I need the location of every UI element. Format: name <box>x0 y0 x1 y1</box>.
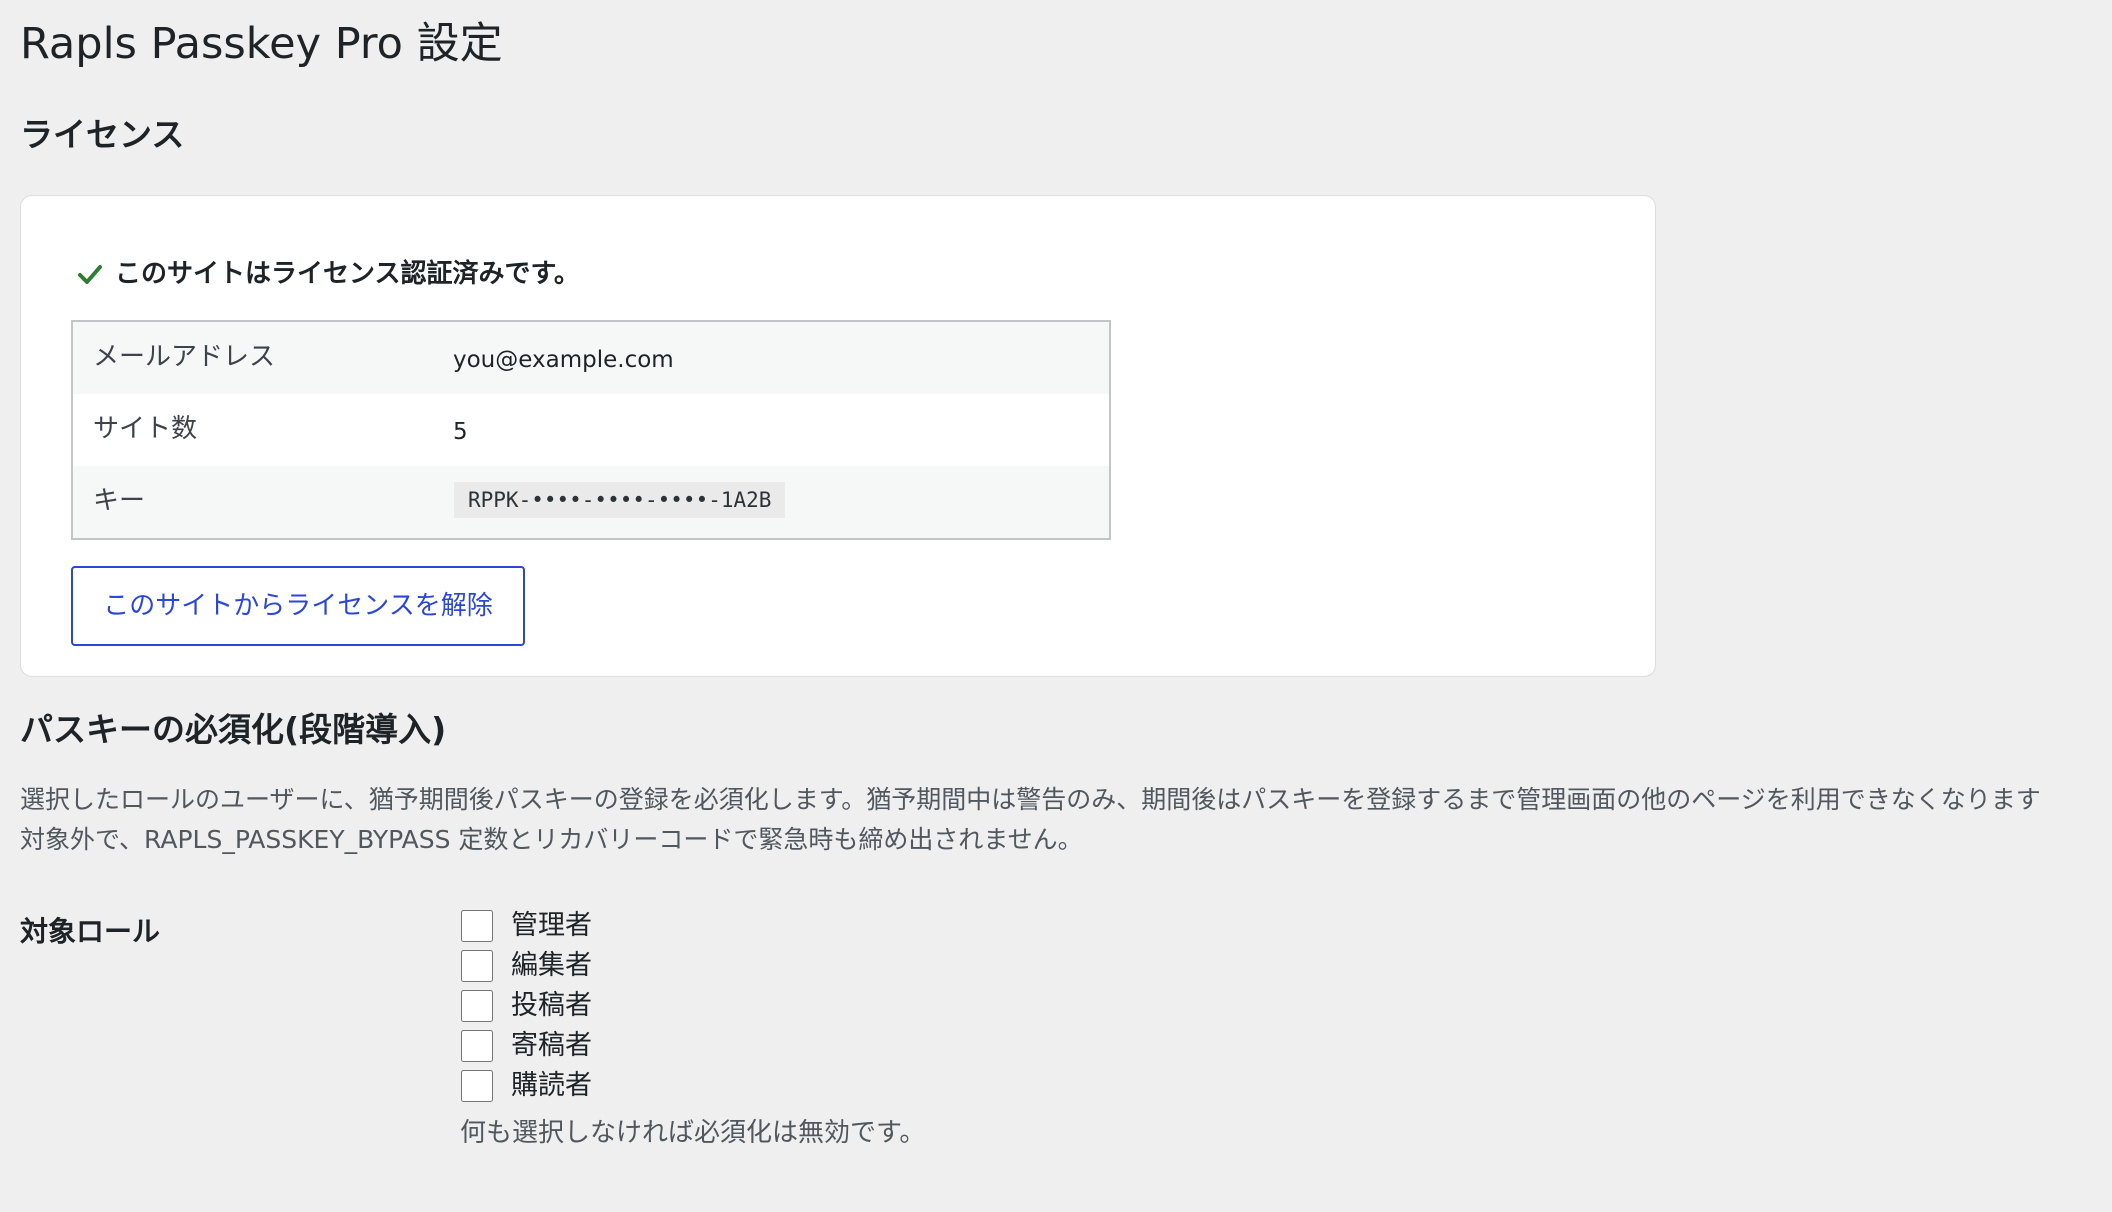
roles-help-text: 何も選択しなければ必須化は無効です。 <box>460 1118 926 1148</box>
email-value: you@example.com <box>453 347 674 373</box>
check-icon <box>78 265 102 284</box>
role-option-subscriber[interactable]: 購読者 <box>461 1066 592 1106</box>
role-label: 管理者 <box>511 910 592 941</box>
role-option-administrator[interactable]: 管理者 <box>461 906 592 946</box>
deactivate-license-button[interactable]: このサイトからライセンスを解除 <box>71 566 525 646</box>
passkey-enforcement-title: パスキーの必須化(段階導入) <box>20 710 447 749</box>
role-option-editor[interactable]: 編集者 <box>461 946 592 986</box>
table-row: キー RPPK-••••-••••-••••-1A2B <box>73 466 1109 538</box>
role-label: 編集者 <box>511 950 592 981</box>
role-option-contributor[interactable]: 寄稿者 <box>461 1026 592 1066</box>
table-row: サイト数 5 <box>73 394 1109 466</box>
site-count-label: サイト数 <box>93 414 198 444</box>
description-line: 選択したロールのユーザーに、猶予期間後パスキーの登録を必須化します。猶予期間中は… <box>20 785 2041 814</box>
role-checkbox-subscriber[interactable] <box>461 1070 493 1102</box>
site-count-value: 5 <box>453 419 468 445</box>
role-checkbox-editor[interactable] <box>461 950 493 982</box>
role-label: 投稿者 <box>511 990 592 1021</box>
license-status: このサイトはライセンス認証済みです。 <box>77 254 580 294</box>
license-section-title: ライセンス <box>20 115 185 154</box>
table-row: メールアドレス you@example.com <box>73 322 1109 394</box>
role-label: 寄稿者 <box>511 1030 592 1061</box>
role-checkbox-administrator[interactable] <box>461 910 493 942</box>
license-card: このサイトはライセンス認証済みです。 メールアドレス you@example.c… <box>20 195 1656 677</box>
page-title: Rapls Passkey Pro 設定 <box>20 19 503 69</box>
role-label: 購読者 <box>511 1070 592 1101</box>
target-roles-label: 対象ロール <box>20 915 161 948</box>
description-line: 対象外で、RAPLS_PASSKEY_BYPASS 定数とリカバリーコードで緊急… <box>20 825 1083 854</box>
license-key-label: キー <box>93 486 146 516</box>
license-status-text: このサイトはライセンス認証済みです。 <box>115 259 580 289</box>
role-option-author[interactable]: 投稿者 <box>461 986 592 1026</box>
license-details-table: メールアドレス you@example.com サイト数 5 キー RPPK-•… <box>71 320 1111 540</box>
role-checkbox-contributor[interactable] <box>461 1030 493 1062</box>
settings-page: Rapls Passkey Pro 設定 ライセンス このサイトはライセンス認証… <box>20 0 2112 1212</box>
license-key-value: RPPK-••••-••••-••••-1A2B <box>454 482 786 518</box>
email-label: メールアドレス <box>93 342 276 372</box>
role-checkbox-author[interactable] <box>461 990 493 1022</box>
passkey-enforcement-description: 選択したロールのユーザーに、猶予期間後パスキーの登録を必須化します。猶予期間中は… <box>20 780 2112 860</box>
